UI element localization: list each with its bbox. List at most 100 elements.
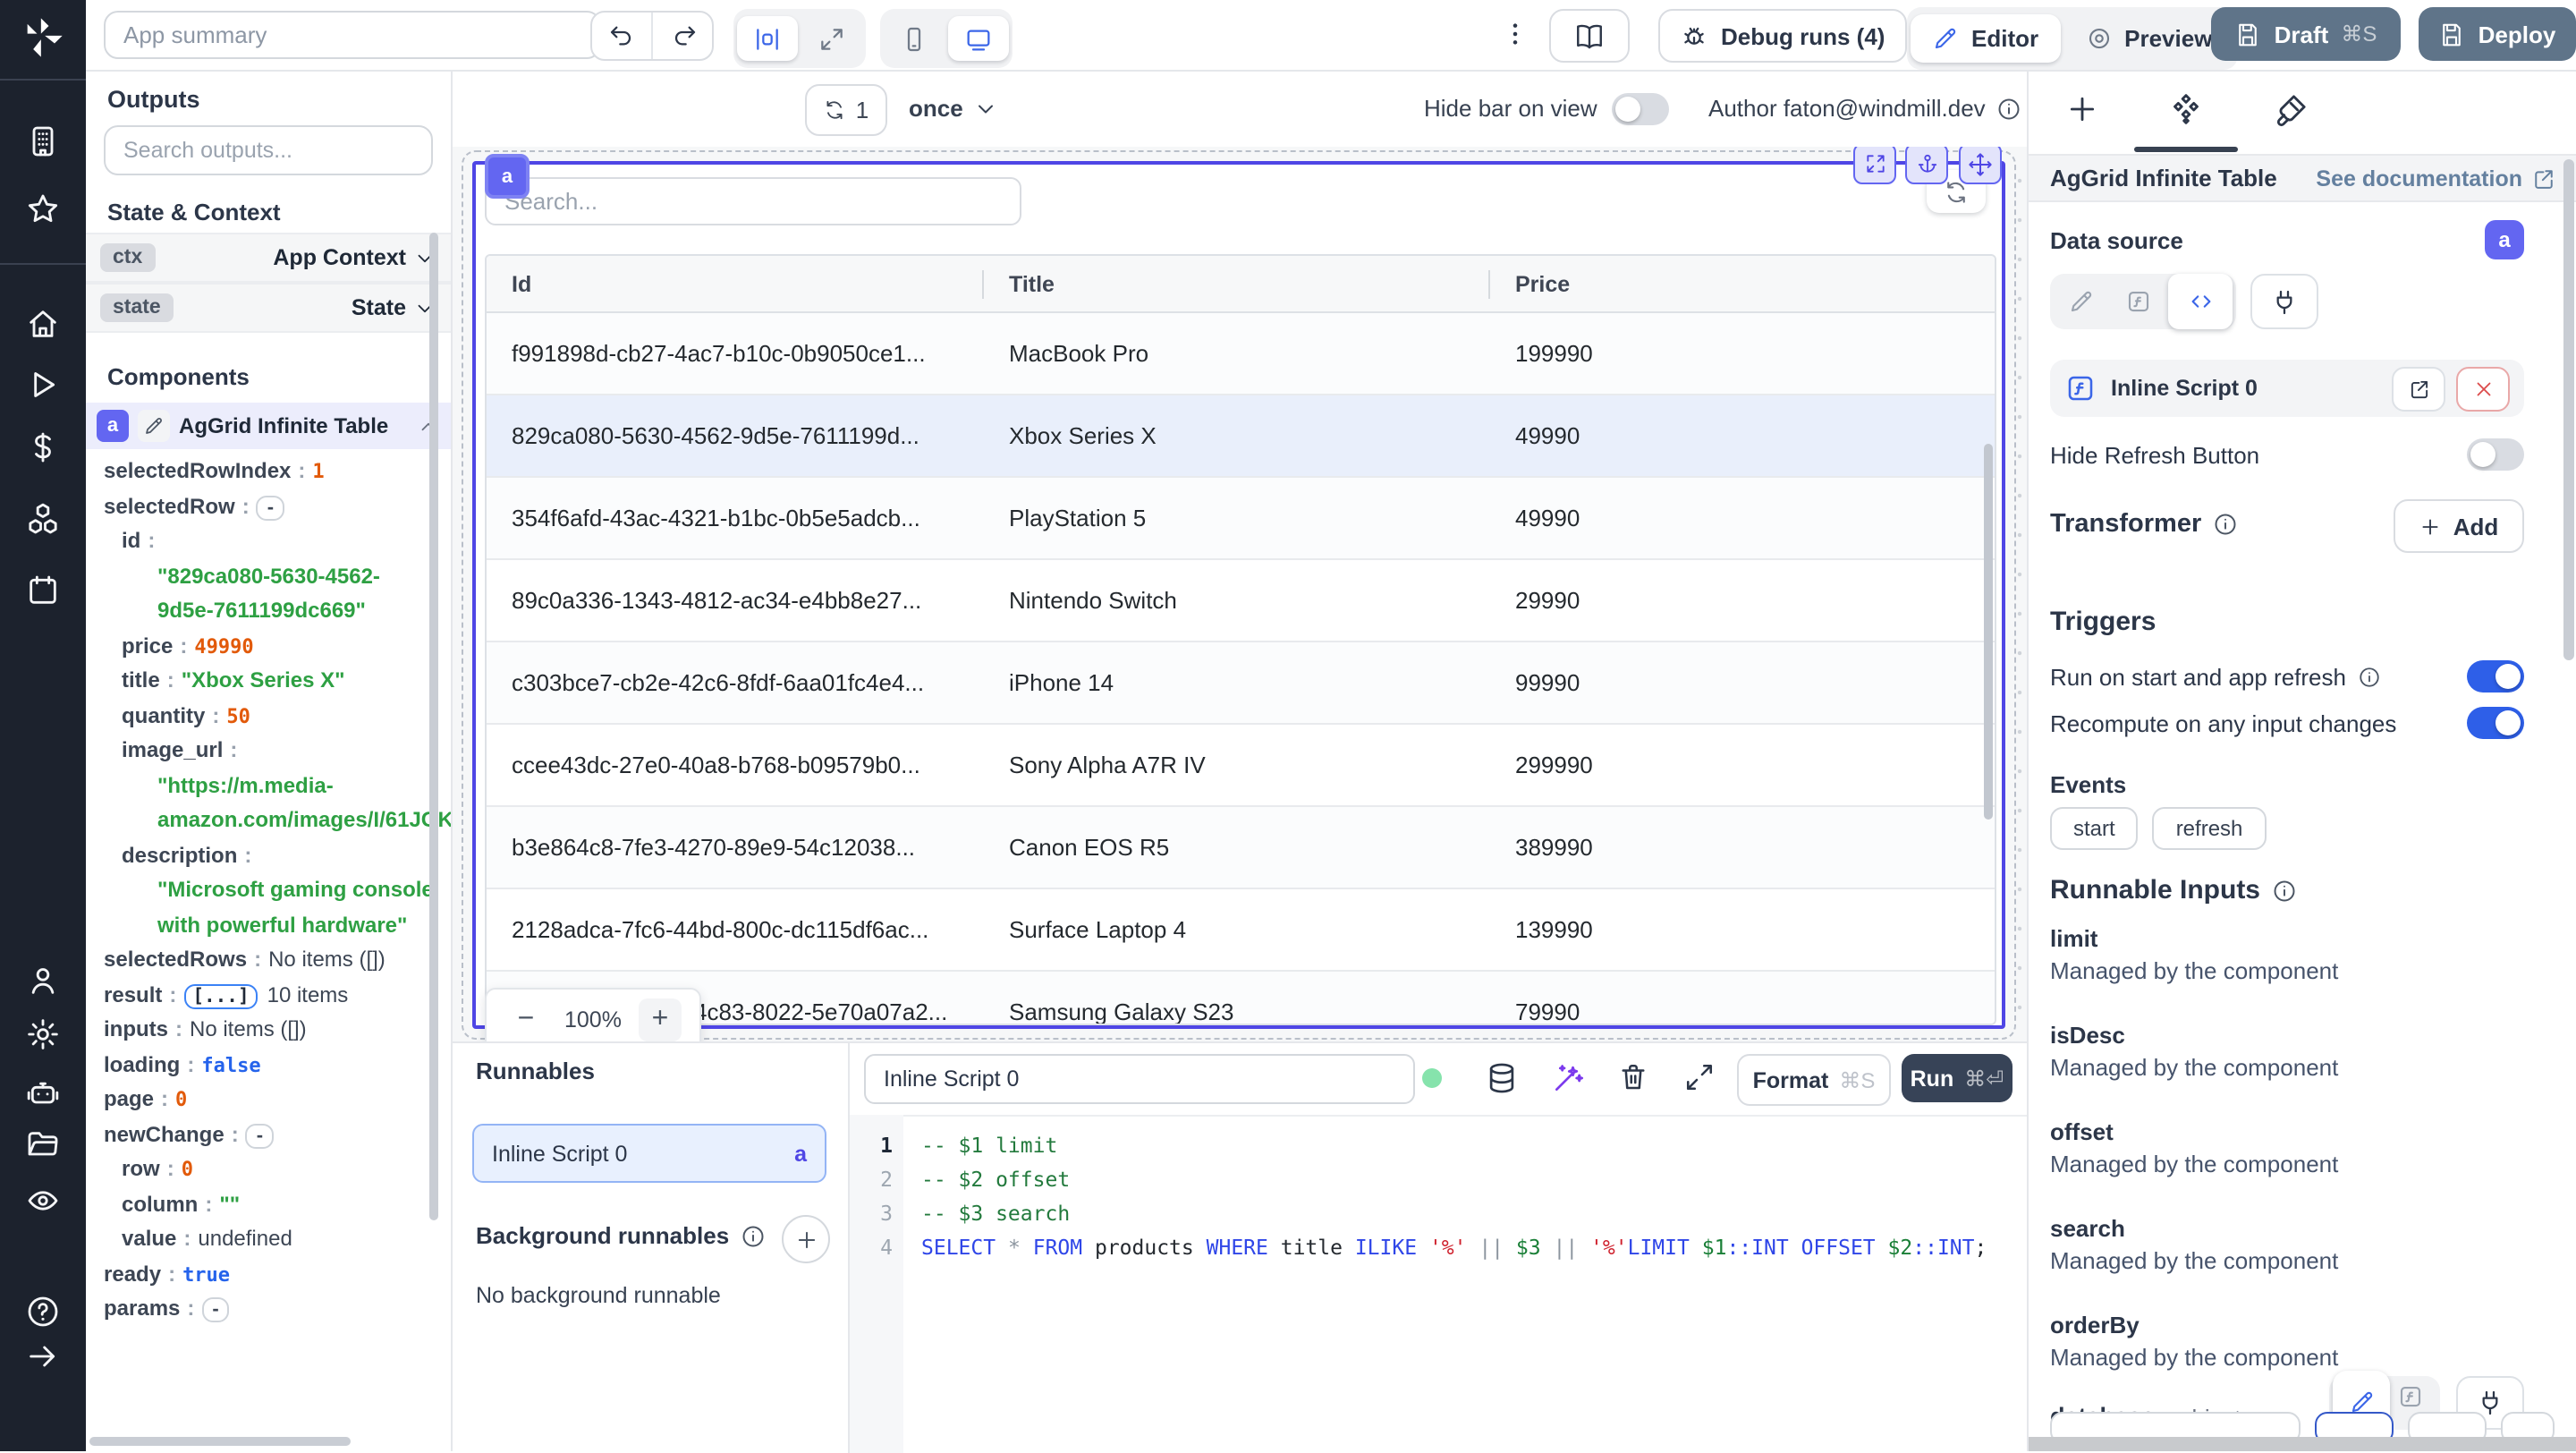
table-row[interactable]: b3e864c8-7fe3-4270-89e9-54c12038... Cano… [487, 807, 1995, 889]
tree-line[interactable]: "https://m.media- [104, 769, 440, 803]
tree-line[interactable]: params: - [104, 1292, 440, 1327]
tree-line[interactable]: title: "Xbox Series X" [104, 664, 440, 699]
center-layout-button[interactable] [737, 16, 798, 61]
tree-line[interactable]: "Microsoft gaming console [104, 873, 440, 908]
ctx-row[interactable]: ctx App Context [86, 233, 451, 283]
settings-icon[interactable] [25, 1016, 61, 1052]
ai-icon[interactable] [25, 1075, 61, 1111]
tree-line[interactable]: image_url: [104, 734, 440, 769]
expand-component-handle[interactable] [1853, 147, 1896, 184]
database-fx-icon[interactable] [2397, 1383, 2424, 1410]
hide-refresh-toggle[interactable] [2467, 438, 2524, 471]
outputs-search-input[interactable] [104, 125, 433, 175]
add-transformer-button[interactable]: Add [2394, 499, 2524, 553]
tree-line[interactable]: "829ca080-5630-4562- [104, 559, 440, 594]
tree-line[interactable]: amazon.com/images/I/61JGKho [104, 803, 451, 838]
add-background-runnable-button[interactable] [782, 1215, 830, 1263]
schedule-dropdown[interactable]: once [909, 84, 999, 132]
resources-icon[interactable] [25, 501, 61, 537]
schedules-icon[interactable] [25, 573, 61, 608]
collapse-rail-icon[interactable] [25, 1338, 61, 1374]
runnable-item[interactable]: Inline Script 0 a [472, 1124, 826, 1183]
help-icon[interactable] [25, 1294, 61, 1330]
tree-line[interactable]: loading: false [104, 1048, 440, 1083]
windmill-logo-icon[interactable] [20, 14, 66, 61]
settings-vertical-scrollbar[interactable] [2563, 159, 2574, 660]
zoom-in-button[interactable]: + [638, 998, 682, 1041]
users-icon[interactable] [25, 963, 61, 998]
variables-icon[interactable] [25, 429, 61, 465]
runs-icon[interactable] [25, 367, 61, 403]
undo-button[interactable] [592, 13, 651, 59]
table-scrollbar[interactable] [1984, 444, 1993, 820]
desktop-view-button[interactable] [948, 16, 1009, 61]
info-icon[interactable] [2212, 512, 2237, 537]
info-icon[interactable] [740, 1223, 765, 1248]
info-icon[interactable] [2357, 665, 2380, 688]
database-icon[interactable] [1485, 1061, 1521, 1097]
column-header-title[interactable]: Title [984, 269, 1490, 298]
remove-script-button[interactable] [2456, 366, 2510, 411]
table-header[interactable]: Id Title Price [487, 256, 1995, 313]
hide-bar-toggle[interactable] [1611, 92, 1669, 124]
component-settings-tab[interactable] [2168, 91, 2204, 127]
more-menu-button[interactable] [1499, 14, 1531, 54]
anchor-component-handle[interactable] [1905, 147, 1948, 184]
run-button[interactable]: Run ⌘⏎ [1902, 1054, 2012, 1102]
event-badge[interactable]: start [2050, 807, 2139, 850]
favorites-icon[interactable] [25, 191, 61, 227]
app-summary-input[interactable] [104, 11, 601, 59]
run-on-start-toggle[interactable] [2467, 660, 2524, 693]
tree-line[interactable]: inputs: No items ([]) [104, 1013, 440, 1048]
table-row[interactable]: 829ca080-5630-4562-9d5e-7611199d... Xbox… [487, 395, 1995, 478]
docs-button[interactable] [1549, 9, 1630, 63]
rename-component-icon[interactable] [138, 410, 170, 442]
static-mode-pencil-icon[interactable] [2054, 278, 2107, 325]
refresh-count-button[interactable]: 1 [805, 84, 887, 136]
open-script-button[interactable] [2392, 366, 2445, 411]
linked-script-row[interactable]: Inline Script 0 [2050, 360, 2524, 417]
tree-line[interactable]: selectedRows: No items ([]) [104, 943, 440, 978]
column-header-id[interactable]: Id [487, 269, 984, 298]
template-mode-fx-icon[interactable] [2111, 278, 2165, 325]
settings-horizontal-scrollbar[interactable] [2029, 1437, 2576, 1451]
tree-line[interactable]: description: [104, 838, 440, 873]
tree-line[interactable]: id: [104, 524, 440, 559]
delete-script-icon[interactable] [1617, 1061, 1653, 1097]
move-component-handle[interactable] [1959, 147, 2002, 184]
table-row[interactable]: 4c83-8022-5e70a07a2... Samsung Galaxy S2… [487, 972, 1995, 1024]
canvas-grid-area[interactable]: a Id Title Price f991898d-cb27-4ac7-b10c… [451, 147, 2027, 1041]
outputs-vertical-scrollbar[interactable] [429, 233, 438, 1220]
tree-line[interactable]: selectedRow: - [104, 489, 440, 524]
tree-line[interactable]: result: [...] 10 items [104, 978, 440, 1013]
audit-icon[interactable] [25, 1183, 61, 1219]
deploy-button[interactable]: Deploy [2419, 7, 2576, 61]
info-icon[interactable] [1996, 96, 2021, 121]
column-header-price[interactable]: Price [1490, 269, 1902, 298]
grid-search-input[interactable] [485, 177, 1021, 225]
info-icon[interactable] [2271, 878, 2296, 903]
insert-component-tab[interactable] [2064, 91, 2100, 127]
tree-line[interactable]: ready: true [104, 1257, 440, 1292]
ai-assist-icon[interactable] [1551, 1061, 1587, 1097]
table-row[interactable]: 2128adca-7fc6-44bd-800c-dc115df6ac... Su… [487, 889, 1995, 972]
script-name-input[interactable] [864, 1054, 1415, 1104]
see-documentation-link[interactable]: See documentation [2316, 166, 2556, 191]
table-row[interactable]: 354f6afd-43ac-4321-b1bc-0b5e5adcb... Pla… [487, 478, 1995, 560]
editor-tab[interactable]: Editor [1911, 14, 2061, 63]
fullwidth-layout-button[interactable] [801, 16, 862, 61]
mobile-view-button[interactable] [884, 16, 945, 61]
tree-line[interactable]: selectedRowIndex:1 [104, 455, 440, 489]
table-row[interactable]: 89c0a336-1343-4812-ac34-e4bb8e27... Nint… [487, 560, 1995, 642]
recompute-toggle[interactable] [2467, 707, 2524, 739]
aggrid-component[interactable]: a Id Title Price f991898d-cb27-4ac7-b10c… [462, 150, 2016, 1041]
event-badge[interactable]: refresh [2152, 807, 2267, 850]
draft-button[interactable]: Draft ⌘S [2211, 7, 2401, 61]
debug-runs-button[interactable]: Debug runs (4) [1658, 9, 1907, 63]
tree-line[interactable]: quantity:50 [104, 699, 440, 734]
tree-line[interactable]: 9d5e-7611199dc669" [104, 594, 440, 629]
output-json-tree[interactable]: selectedRowIndex:1 selectedRow: - id: "82… [104, 455, 451, 1327]
redo-button[interactable] [651, 13, 712, 59]
tree-line[interactable]: row:0 [104, 1152, 440, 1187]
tree-line[interactable]: value: undefined [104, 1222, 440, 1257]
